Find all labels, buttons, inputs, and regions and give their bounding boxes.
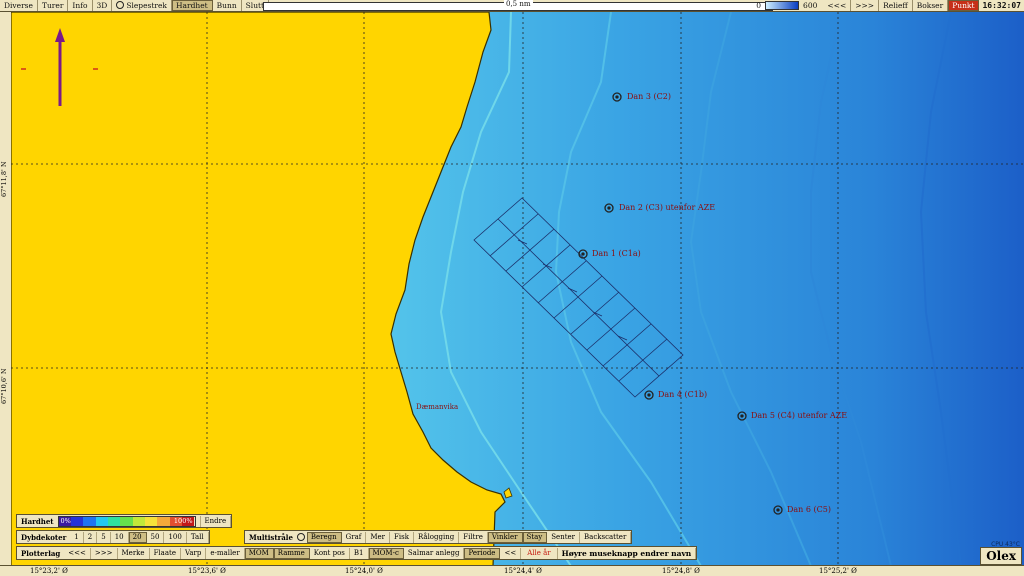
hardness-swatch (95, 516, 108, 526)
lon-label-4: 15°24,4' Ø (504, 567, 542, 575)
next-layer-button[interactable]: >>> (91, 547, 118, 559)
contour-1[interactable]: 1 (70, 531, 84, 543)
hardness-swatch (107, 516, 121, 526)
scale-label: 0,5 nm (504, 0, 533, 8)
menu-diverse[interactable]: Diverse (0, 0, 38, 11)
waypoint-label[interactable]: Dan 6 (C5) (787, 505, 831, 514)
layer-periode[interactable]: Periode (464, 547, 501, 559)
menu-hardhet[interactable]: Hardhet (171, 0, 213, 11)
radio-icon (116, 1, 125, 9)
layer-mom-c[interactable]: MOM-c (368, 547, 404, 559)
hardness-scale[interactable]: 0% 100% (57, 515, 196, 527)
contour-2[interactable]: 2 (84, 531, 98, 543)
vinkler-button[interactable]: Vinkler (487, 531, 523, 543)
contour-20[interactable]: 20 (128, 531, 147, 543)
hardness-swatch (157, 516, 170, 526)
radio-icon[interactable] (296, 533, 305, 541)
hardness-low: 0% (60, 516, 71, 525)
hardness-high: 100% (173, 516, 193, 525)
menu-punkt[interactable]: Punkt (948, 0, 980, 11)
ralogging-button[interactable]: Rålogging (414, 531, 460, 543)
lon-label-6: 15°25,2' Ø (819, 567, 857, 575)
depth-gradient[interactable] (765, 1, 800, 10)
depth-max: 600 (803, 1, 818, 10)
layer-ramme[interactable]: Ramme (273, 547, 310, 559)
layer-mom[interactable]: MOM (244, 547, 274, 559)
contour-10[interactable]: 10 (111, 531, 129, 543)
top-toolbar: Diverse Turer Info 3D Slepestrek Hardhet… (0, 0, 1024, 12)
depth-min: 0 (756, 1, 762, 10)
waypoint-label[interactable]: Dan 2 (C3) utenfor AZE (619, 203, 715, 212)
menu-bokser[interactable]: Bokser (913, 0, 949, 11)
graf-button[interactable]: Graf (342, 531, 367, 543)
hardhet-panel: Hardhet 0% 100% Endre (16, 514, 233, 528)
layer-flaate[interactable]: Flaate (150, 547, 181, 559)
contour-tall[interactable]: Tall (187, 531, 209, 543)
contour-50[interactable]: 50 (147, 531, 165, 543)
dybdekoter-panel: Dybdekoter 1 2 5 10 20 50 100 Tall (16, 530, 210, 544)
lon-label-1: 15°23,2' Ø (30, 567, 68, 575)
lon-label-5: 15°24,8' Ø (662, 567, 700, 575)
plotterlag-panel: Plotterlag <<< >>> Merke Flaate Varp e-m… (16, 546, 698, 560)
layer-varp[interactable]: Varp (181, 547, 207, 559)
fisk-button[interactable]: Fisk (390, 531, 414, 543)
hardness-swatch (70, 516, 84, 526)
lat-label-2: 67°10,6' N (0, 368, 8, 404)
waypoint-label[interactable]: Dan 3 (C2) (627, 92, 671, 101)
toolbar-right: 0 600 <<< >>> Relieff Bokser Punkt 16:32… (754, 0, 1024, 11)
mer-button[interactable]: Mer (366, 531, 391, 543)
hardhet-title: Hardhet (21, 516, 54, 526)
dybdekoter-title: Dybdekoter (21, 532, 67, 542)
hint-text: Høyre museknapp endrer navn (558, 547, 697, 559)
layer-kont-pos[interactable]: Kont pos (310, 547, 350, 559)
senter-button[interactable]: Senter (547, 531, 581, 543)
endre-button[interactable]: Endre (199, 515, 232, 527)
layer-merke[interactable]: Merke (118, 547, 150, 559)
lon-label-3: 15°24,0' Ø (345, 567, 383, 575)
layer-b1[interactable]: B1 (350, 547, 369, 559)
layer-salmar-anlegg[interactable]: Salmar anlegg (404, 547, 465, 559)
plotterlag-title: Plotterlag (21, 548, 61, 558)
hardness-swatch (83, 516, 96, 526)
waypoint-label[interactable]: Dan 4 (C1b) (658, 390, 707, 399)
prev-period-button[interactable]: << (500, 547, 522, 559)
alle-ar-button[interactable]: Alle år (521, 547, 558, 559)
menu-slepestrek[interactable]: Slepestrek (112, 0, 172, 11)
scale-bar: 0,5 nm (263, 0, 773, 11)
menu-bunn[interactable]: Bunn (213, 0, 242, 11)
lat-label-1: 67°11,8' N (0, 161, 8, 197)
contour-100[interactable]: 100 (164, 531, 187, 543)
hardness-swatch (132, 516, 146, 526)
multistraale-panel: Multistråle Beregn Graf Mer Fisk Råloggi… (244, 530, 633, 544)
longitude-ruler: 15°23,2' Ø 15°23,6' Ø 15°24,0' Ø 15°24,4… (0, 565, 1024, 576)
waypoint-label[interactable]: Dan 1 (C1a) (592, 249, 641, 258)
menu-3d[interactable]: 3D (93, 0, 113, 11)
filtre-button[interactable]: Filtre (459, 531, 488, 543)
chart-map[interactable]: Dæmanvika Dan 3 (C2) Dan 2 (C3) utenfor … (11, 12, 1024, 566)
prev-button[interactable]: <<< (823, 0, 852, 11)
prev-layer-button[interactable]: <<< (64, 547, 91, 559)
multistraale-title: Multistråle (249, 532, 293, 542)
clock: 16:32:07 (982, 1, 1021, 10)
next-button[interactable]: >>> (851, 0, 880, 11)
beregn-button[interactable]: Beregn (306, 531, 342, 543)
lon-label-2: 15°23,6' Ø (188, 567, 226, 575)
stay-button[interactable]: Stay (522, 531, 548, 543)
layer-e-maller[interactable]: e-maller (206, 547, 245, 559)
contour-5[interactable]: 5 (97, 531, 111, 543)
menu-relieff[interactable]: Relieff (879, 0, 913, 11)
hardness-swatch (120, 516, 133, 526)
place-name: Dæmanvika (416, 403, 459, 411)
menu-turer[interactable]: Turer (38, 0, 69, 11)
olex-logo[interactable]: Olex (980, 547, 1022, 565)
backscatter-button[interactable]: Backscatter (580, 531, 632, 543)
slepestrek-label: Slepestrek (126, 1, 167, 10)
waypoint-label[interactable]: Dan 5 (C4) utenfor AZE (751, 411, 847, 420)
map-canvas[interactable] (11, 12, 1024, 566)
menu-info[interactable]: Info (68, 0, 93, 11)
hardness-swatch (145, 516, 158, 526)
